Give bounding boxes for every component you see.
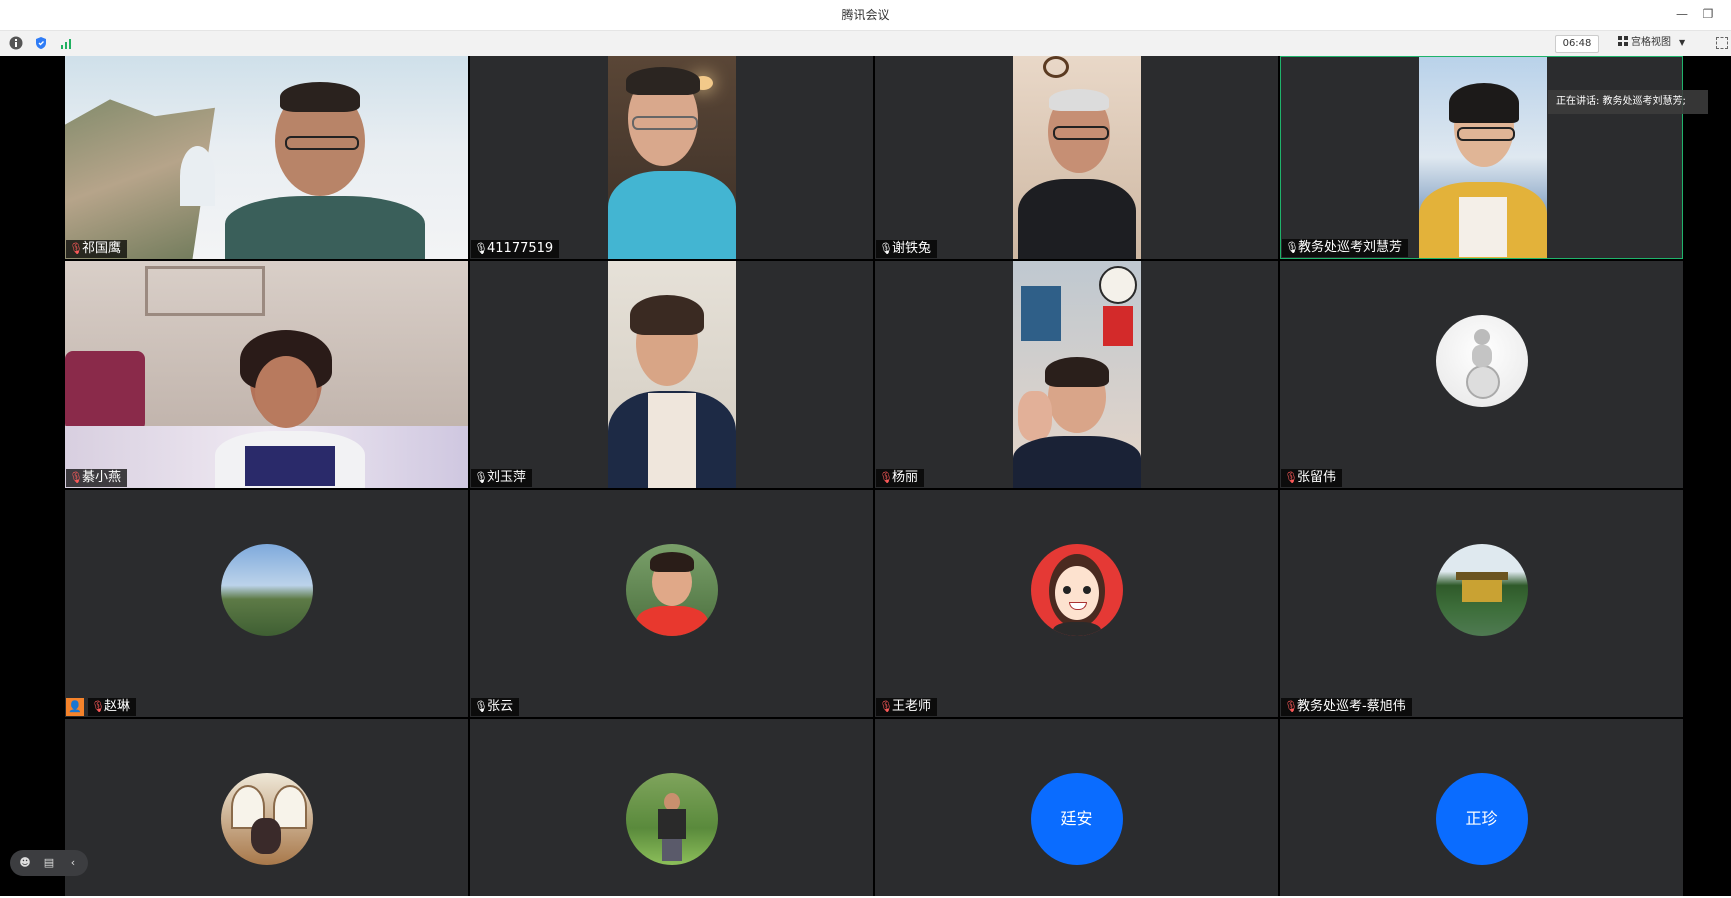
participant-name: 教务处巡考-蔡旭伟 (1297, 699, 1406, 714)
meeting-timer: 06:48 (1555, 35, 1599, 53)
participant-avatar (1030, 544, 1123, 636)
participant-name-tag: 🎙教务处巡考-蔡旭伟 (1281, 698, 1412, 716)
mic-icon: 🎙 (474, 700, 488, 713)
participant-name: 綦小燕 (82, 470, 122, 485)
video-feed (65, 56, 468, 259)
mic-muted-icon: 🎙 (1284, 700, 1298, 713)
participant-tile[interactable]: 👤 🎙赵琳 (65, 490, 468, 717)
participant-name: 张云 (487, 699, 514, 714)
participant-name: 王老师 (892, 699, 932, 714)
participant-avatar: 正珍 (1435, 773, 1528, 865)
chat-icon[interactable]: ▤ (42, 856, 56, 870)
host-icon: 👤 (66, 698, 84, 716)
avatar-initials: 正珍 (1465, 809, 1498, 828)
video-grid: 🎙祁国鹰 🎙41177519 🎙谢铁兔 🎙教务处巡考刘慧芳 🎙綦小燕 🎙刘玉萍 … (0, 56, 1731, 896)
participant-tile[interactable]: 🎙綦小燕 (65, 261, 468, 488)
fullscreen-icon[interactable] (1716, 37, 1728, 49)
mic-icon: 🎙 (474, 471, 488, 484)
participant-tile-active-speaker[interactable]: 🎙教务处巡考刘慧芳 (1280, 56, 1683, 259)
participant-avatar (1435, 315, 1528, 407)
mic-muted-icon: 🎙 (879, 471, 893, 484)
participant-tile[interactable] (65, 719, 468, 896)
chevron-down-icon: ▼ (1679, 38, 1686, 47)
participant-name-tag: 🎙王老师 (876, 698, 938, 716)
video-feed (608, 261, 736, 488)
minimize-icon[interactable]: — (1672, 4, 1692, 24)
participant-avatar: 廷安 (1030, 773, 1123, 865)
participant-name: 赵琳 (104, 699, 131, 714)
participant-avatar (220, 773, 313, 865)
mic-muted-icon: 🎙 (1284, 471, 1298, 484)
mic-icon: 🎙 (1285, 241, 1299, 254)
title-bar: 腾讯会议 — ❐ (0, 0, 1731, 31)
video-feed (65, 261, 468, 488)
participant-tile[interactable]: 廷安 (875, 719, 1278, 896)
mic-icon: 🎙 (474, 242, 488, 255)
participant-tile[interactable] (470, 719, 873, 896)
participant-avatar (625, 773, 718, 865)
participant-name-tag: 🎙教务处巡考刘慧芳 (1282, 239, 1409, 257)
participant-name-tag: 🎙张云 (471, 698, 520, 716)
participant-name: 杨丽 (892, 470, 919, 485)
video-feed (1013, 261, 1141, 488)
view-mode-button[interactable]: 宫格视图 ▼ (1618, 35, 1685, 51)
video-feed (1013, 56, 1141, 259)
participant-tile[interactable]: 🎙张云 (470, 490, 873, 717)
participant-avatar (1435, 544, 1528, 636)
participant-name-tag: 🎙祁国鹰 (66, 240, 128, 258)
grid-view-icon (1618, 36, 1628, 46)
mic-muted-icon: 🎙 (69, 242, 83, 255)
participant-tile[interactable]: 🎙杨丽 (875, 261, 1278, 488)
participant-avatar (220, 544, 313, 636)
collapse-icon[interactable]: ‹ (66, 856, 80, 870)
info-icon[interactable] (9, 36, 23, 50)
mic-icon: 🎙 (879, 242, 893, 255)
shield-icon[interactable] (34, 36, 48, 50)
participant-name-tag: 🎙谢铁兔 (876, 240, 938, 258)
participant-name-tag: 🎙41177519 (471, 240, 560, 258)
participant-avatar (625, 544, 718, 636)
active-speaker-label: 正在讲话: 教务处巡考刘慧芳; (1548, 90, 1708, 114)
participant-name: 刘玉萍 (487, 470, 527, 485)
participant-name: 41177519 (487, 241, 554, 256)
meeting-toolbar: 06:48 宫格视图 ▼ (0, 31, 1731, 57)
floating-controls: ☻ ▤ ‹ (10, 850, 88, 876)
video-feed (608, 56, 736, 259)
participant-name-tag: 🎙綦小燕 (66, 469, 128, 487)
participant-tile[interactable]: 🎙张留伟 (1280, 261, 1683, 488)
participant-name: 谢铁兔 (892, 241, 932, 256)
video-feed (1419, 57, 1547, 258)
mic-muted-icon: 🎙 (69, 471, 83, 484)
participant-tile[interactable]: 🎙王老师 (875, 490, 1278, 717)
signal-icon[interactable] (59, 36, 73, 50)
avatar-initials: 廷安 (1060, 809, 1093, 828)
participant-tile[interactable]: 正珍 (1280, 719, 1683, 896)
mic-muted-icon: 🎙 (879, 700, 893, 713)
participant-name-tag: 🎙杨丽 (876, 469, 925, 487)
participant-tile[interactable]: 🎙41177519 (470, 56, 873, 259)
participant-name-tag: 👤 🎙赵琳 (66, 698, 137, 716)
view-mode-label: 宫格视图 (1631, 37, 1671, 48)
participant-name: 张留伟 (1297, 470, 1337, 485)
participant-tile[interactable]: 🎙谢铁兔 (875, 56, 1278, 259)
participant-name-tag: 🎙刘玉萍 (471, 469, 533, 487)
restore-icon[interactable]: ❐ (1698, 4, 1718, 24)
members-icon[interactable]: ☻ (18, 856, 32, 870)
participant-name: 祁国鹰 (82, 241, 122, 256)
mic-muted-icon: 🎙 (91, 700, 105, 713)
app-title: 腾讯会议 (841, 8, 890, 22)
participant-tile[interactable]: 🎙祁国鹰 (65, 56, 468, 259)
participant-name: 教务处巡考刘慧芳 (1298, 240, 1403, 255)
participant-tile[interactable]: 🎙教务处巡考-蔡旭伟 (1280, 490, 1683, 717)
participant-name-tag: 🎙张留伟 (1281, 469, 1343, 487)
participant-tile[interactable]: 🎙刘玉萍 (470, 261, 873, 488)
